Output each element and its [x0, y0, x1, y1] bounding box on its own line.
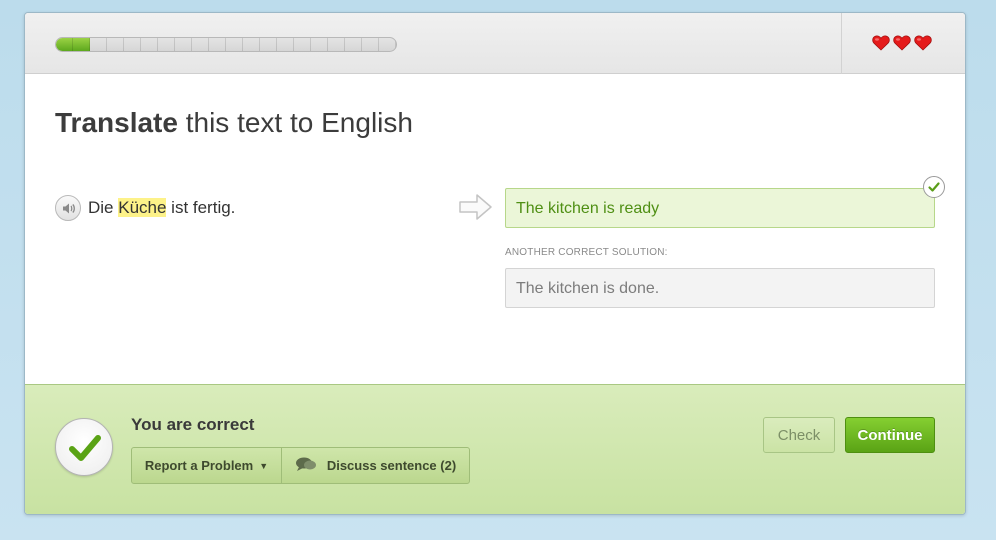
lesson-header [25, 13, 965, 74]
highlighted-word[interactable]: Küche [118, 198, 167, 217]
lives-panel [841, 13, 965, 74]
heart-icon [893, 35, 911, 51]
lesson-card: Translate this text to English Die Küche… [24, 12, 966, 515]
report-problem-label: Report a Problem [144, 458, 254, 473]
check-button[interactable]: Check [763, 417, 835, 453]
result-footer: You are correct Report a Problem ▼ Discu… [25, 384, 965, 514]
arrow-right-icon [459, 193, 493, 226]
heart-icon [914, 35, 932, 51]
discuss-sentence-button[interactable]: Discuss sentence (2) [282, 448, 469, 483]
alternative-solution: The kitchen is done. [505, 268, 935, 308]
continue-button[interactable]: Continue [845, 417, 935, 453]
check-circle-icon [923, 176, 945, 198]
hearts [872, 35, 932, 51]
verdict-text: You are correct [131, 415, 255, 434]
answer-field[interactable]: The kitchen is ready [505, 188, 935, 228]
title-verb: Translate [55, 107, 178, 138]
report-problem-button[interactable]: Report a Problem ▼ [132, 448, 282, 483]
progress-segments [56, 38, 396, 51]
title-rest: this text to English [177, 107, 413, 138]
source-sentence: Die Küche ist fertig. [88, 197, 235, 219]
discuss-sentence-label: Discuss sentence (2) [326, 458, 457, 473]
sentence-after: ist fertig. [166, 198, 236, 217]
correct-check-icon [55, 418, 113, 476]
speech-bubbles-icon [295, 456, 317, 475]
speaker-icon[interactable] [55, 195, 81, 221]
feedback-button-group: Report a Problem ▼ Discuss sentence (2) [131, 447, 470, 484]
sentence-before: Die [88, 198, 119, 217]
question-title: Translate this text to English [55, 107, 413, 139]
heart-icon [872, 35, 890, 51]
alternative-label: ANOTHER CORRECT SOLUTION: [505, 247, 668, 258]
caret-down-icon: ▼ [259, 460, 269, 471]
progress-bar [55, 37, 397, 52]
